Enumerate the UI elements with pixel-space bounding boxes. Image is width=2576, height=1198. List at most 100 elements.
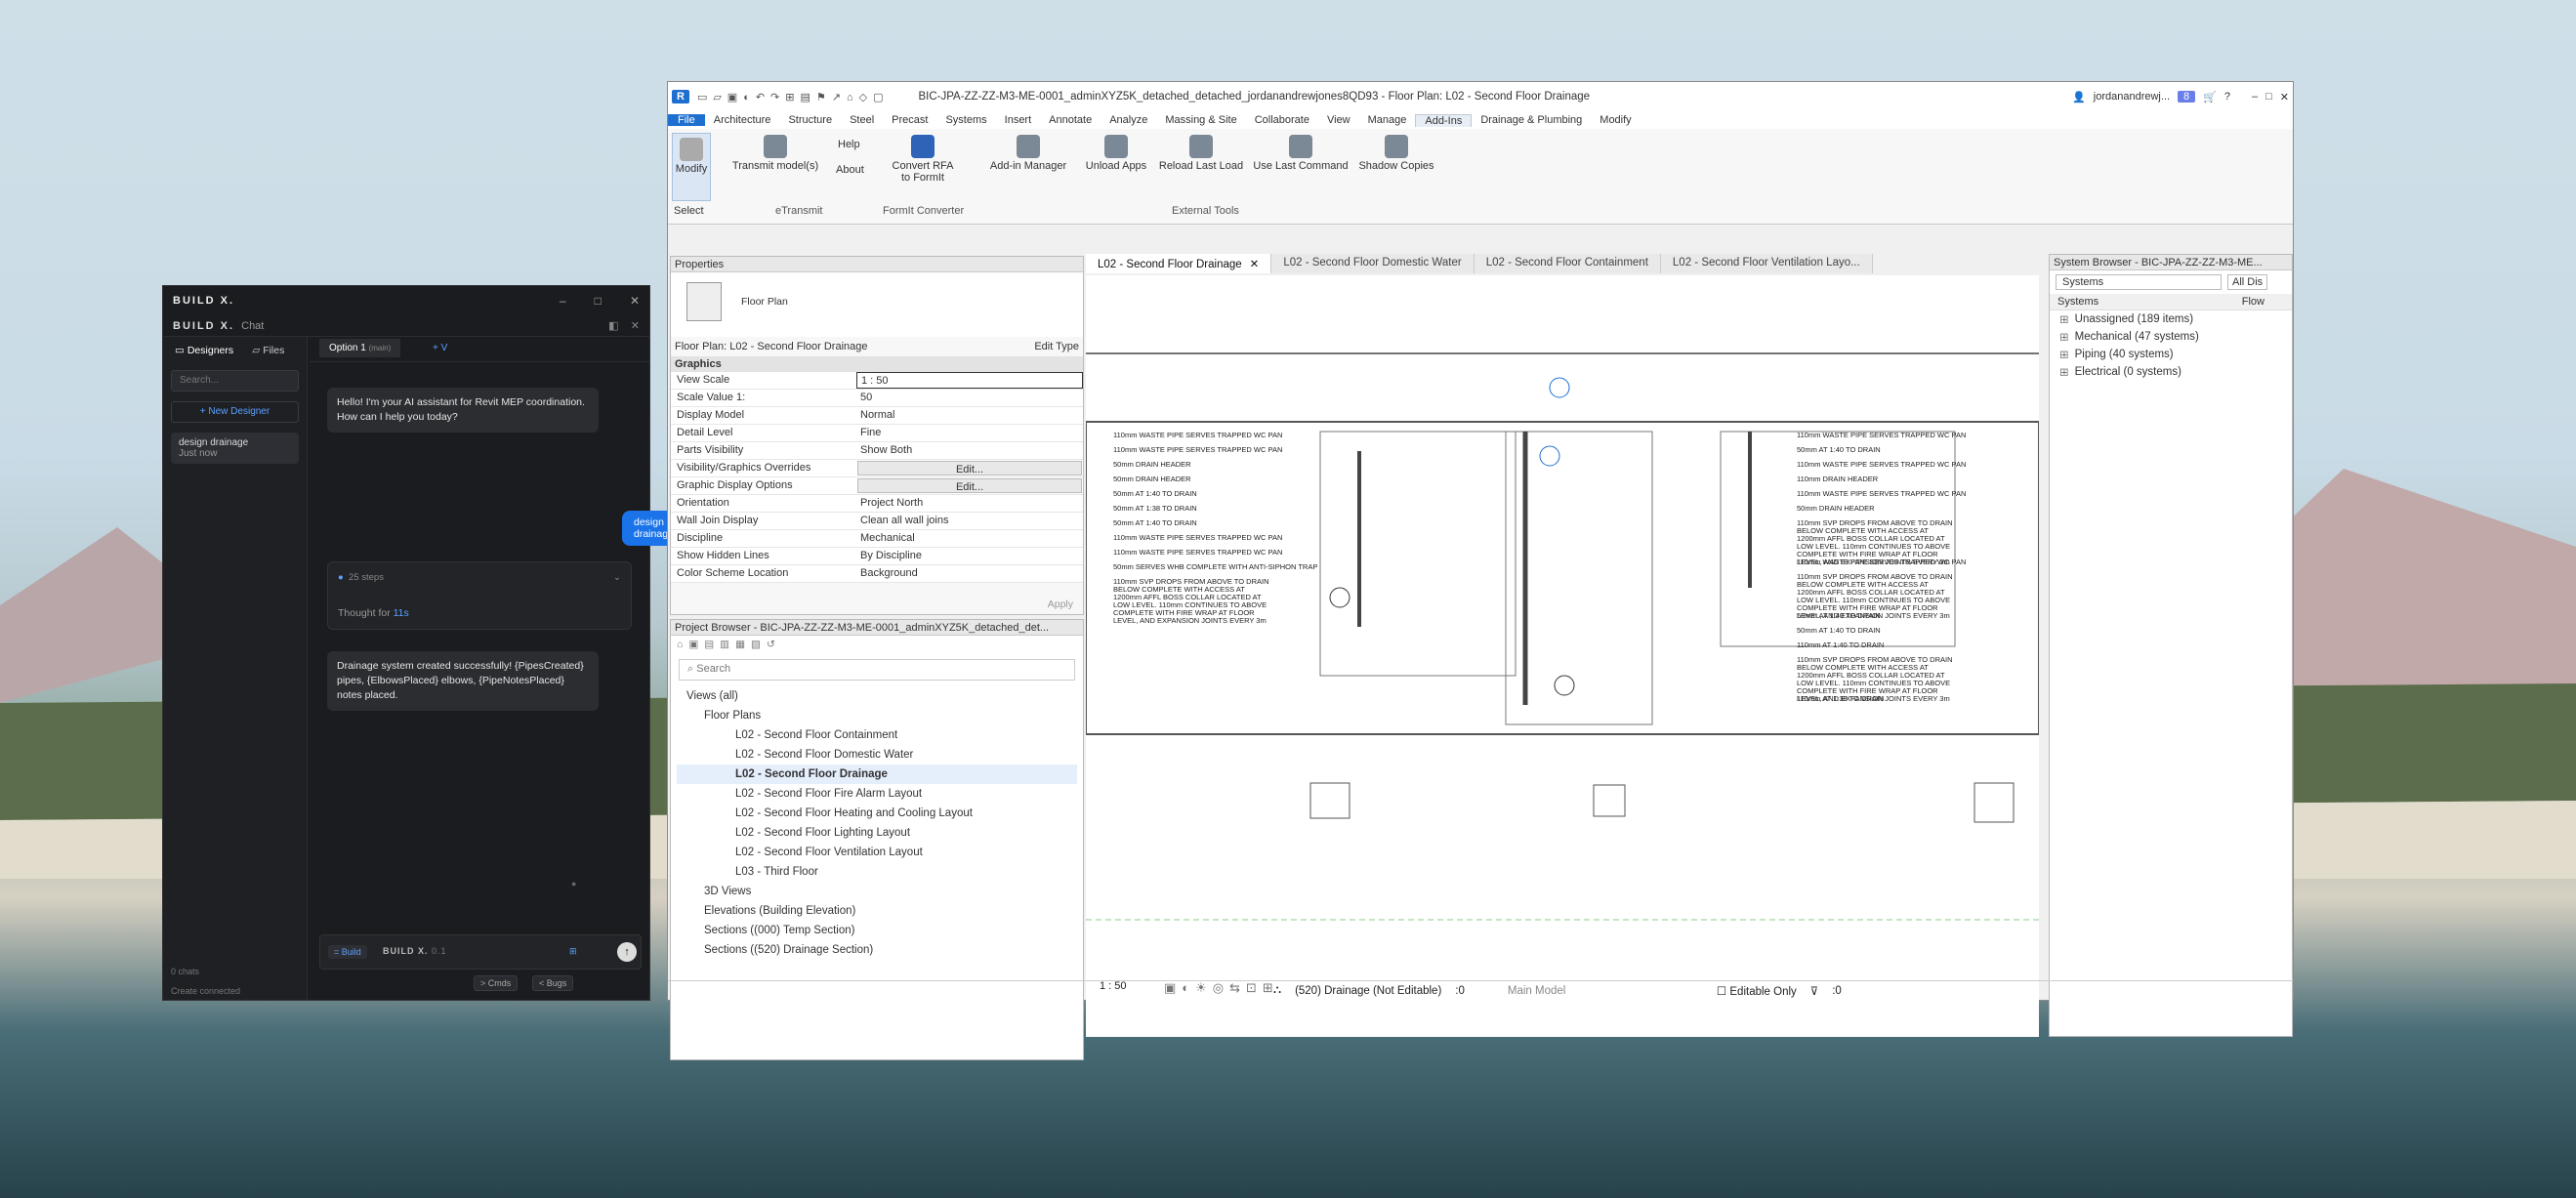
send-button[interactable]: ↑ — [617, 942, 637, 962]
revit-logo-icon[interactable]: R — [672, 90, 689, 103]
new-designer-button[interactable]: + New Designer — [171, 401, 299, 423]
property-value[interactable]: Edit... — [857, 478, 1082, 493]
tree-view-item[interactable]: L02 - Second Floor Ventilation Layout — [677, 843, 1077, 862]
help-icon[interactable]: ? — [2224, 91, 2230, 103]
quick-access-icons[interactable]: ▭▱▣◐↶↷⊞▤⚑↗⌂◇▢ — [697, 91, 890, 103]
about-button[interactable]: About — [836, 164, 864, 176]
property-value[interactable]: Normal — [856, 407, 1083, 424]
ribbon-tab-file[interactable]: File — [668, 114, 705, 126]
expand-icon[interactable]: ⊞ — [2059, 330, 2069, 344]
tree-view-item[interactable]: L02 - Second Floor Containment — [677, 725, 1077, 745]
maximize-button[interactable]: □ — [595, 294, 602, 308]
system-row[interactable]: ⊞ Piping (40 systems) — [2050, 346, 2292, 363]
tree-group[interactable]: Sections ((520) Drainage Section) — [677, 940, 1077, 960]
shadow-copies-button[interactable]: Shadow Copies — [1355, 135, 1437, 172]
tab-option-1[interactable]: Option 1 (main) — [319, 339, 401, 357]
add-tab-button[interactable]: + V — [433, 343, 447, 353]
ribbon-tab-view[interactable]: View — [1318, 114, 1359, 126]
ribbon-tab-insert[interactable]: Insert — [996, 114, 1041, 126]
tree-group[interactable]: 3D Views — [677, 882, 1077, 901]
expand-icon[interactable]: ⊞ — [2059, 348, 2069, 361]
user-icon[interactable]: 👤 — [2072, 91, 2086, 103]
property-value[interactable]: 50 — [856, 390, 1083, 406]
tree-view-item[interactable]: L02 - Second Floor Drainage — [677, 764, 1077, 784]
ribbon-tab-architecture[interactable]: Architecture — [705, 114, 780, 126]
apply-button[interactable]: Apply — [1048, 599, 1073, 610]
drawing-canvas[interactable]: 110mm WASTE PIPE SERVES TRAPPED WC PAN 11… — [1086, 275, 2039, 1037]
view-selector[interactable]: Floor Plan: L02 - Second Floor Drainage — [675, 341, 1028, 352]
chevron-down-icon[interactable]: ⌄ — [613, 570, 621, 585]
editable-only-checkbox[interactable]: ☐ Editable Only — [1717, 984, 1797, 998]
tree-group[interactable]: Elevations (Building Elevation) — [677, 901, 1077, 921]
property-value[interactable]: Fine — [856, 425, 1083, 441]
view-tab[interactable]: L02 - Second Floor Ventilation Layo... — [1660, 254, 1873, 273]
panel-toggle-icon[interactable]: ◧ — [608, 320, 618, 332]
property-value[interactable]: By Discipline — [856, 548, 1083, 564]
discipline-filter[interactable]: All Dis — [2227, 274, 2268, 290]
browser-toolbar-icons[interactable]: ⌂▣▤▥▦▧↺ — [671, 636, 1083, 657]
system-row[interactable]: ⊞ Mechanical (47 systems) — [2050, 328, 2292, 346]
ribbon-tab-precast[interactable]: Precast — [883, 114, 936, 126]
revit-maximize[interactable]: □ — [2265, 91, 2272, 103]
property-value[interactable]: Show Both — [856, 442, 1083, 459]
ribbon-tab-analyze[interactable]: Analyze — [1101, 114, 1156, 126]
tree-view-item[interactable]: L02 - Second Floor Domestic Water — [677, 745, 1077, 764]
unload-apps-button[interactable]: Unload Apps — [1082, 135, 1150, 172]
systems-filter[interactable]: Systems — [2056, 274, 2222, 290]
reload-button[interactable]: Reload Last Load — [1156, 135, 1246, 172]
system-row[interactable]: ⊞ Electrical (0 systems) — [2050, 363, 2292, 381]
panel-close-button[interactable]: ✕ — [631, 320, 640, 332]
sidebar-search-input[interactable]: Search... — [171, 370, 299, 392]
expand-icon[interactable]: ⊞ — [2059, 312, 2069, 326]
property-value[interactable]: Background — [856, 565, 1083, 582]
tab-close-icon[interactable]: ✕ — [1250, 259, 1260, 270]
property-value[interactable]: 1 : 50 — [856, 372, 1083, 389]
attach-icon[interactable]: ⊞ — [569, 946, 577, 957]
ribbon-tab-manage[interactable]: Manage — [1359, 114, 1416, 126]
edit-type-button[interactable]: Edit Type — [1034, 341, 1079, 352]
revit-close[interactable]: ✕ — [2280, 91, 2289, 103]
tree-view-item[interactable]: L02 - Second Floor Lighting Layout — [677, 823, 1077, 843]
ribbon-tab-modify[interactable]: Modify — [1591, 114, 1640, 126]
cmds-button[interactable]: > Cmds — [474, 975, 519, 991]
cart-icon[interactable]: 🛒 — [2203, 91, 2217, 103]
tree-view-item[interactable]: L02 - Second Floor Heating and Cooling L… — [677, 804, 1077, 823]
mode-selector[interactable]: = Build — [328, 945, 367, 959]
addin-manager-button[interactable]: Add-in Manager — [984, 135, 1072, 172]
view-tab[interactable]: L02 - Second Floor Containment — [1474, 254, 1661, 273]
tree-group[interactable]: Sections ((000) Temp Section) — [677, 921, 1077, 940]
ribbon-tab-annotate[interactable]: Annotate — [1040, 114, 1101, 126]
workset-selector[interactable]: (520) Drainage (Not Editable) — [1295, 985, 1441, 997]
modify-button[interactable]: Modify — [672, 133, 711, 201]
close-button[interactable]: ✕ — [630, 294, 640, 308]
systems-column[interactable]: Systems — [2057, 296, 2098, 308]
bugs-button[interactable]: < Bugs — [532, 975, 574, 991]
thinking-panel[interactable]: ● 25 steps ⌄ Thought for 11s — [327, 561, 632, 630]
tab-designers[interactable]: ▭ Designers — [167, 339, 241, 362]
tree-floor-plans[interactable]: Floor Plans — [677, 706, 1077, 725]
tab-files[interactable]: ▱ Files — [244, 339, 292, 362]
view-tab[interactable]: L02 - Second Floor Drainage ✕ — [1086, 254, 1272, 273]
tree-view-item[interactable]: L02 - Second Floor Fire Alarm Layout — [677, 784, 1077, 804]
minimize-button[interactable]: – — [560, 294, 566, 308]
browser-search-input[interactable]: ⌕ Search — [679, 659, 1075, 681]
property-value[interactable]: Edit... — [857, 461, 1082, 475]
tree-view-item[interactable]: L03 - Third Floor — [677, 862, 1077, 882]
expand-icon[interactable]: ⊞ — [2059, 365, 2069, 379]
system-row[interactable]: ⊞ Unassigned (189 items) — [2050, 310, 2292, 328]
revit-minimize[interactable]: – — [2252, 91, 2258, 103]
ribbon-tab-massing-site[interactable]: Massing & Site — [1156, 114, 1245, 126]
property-value[interactable]: Mechanical — [856, 530, 1083, 547]
transmit-button[interactable]: Transmit model(s) — [727, 135, 824, 172]
flow-column[interactable]: Flow — [2242, 296, 2264, 308]
composer[interactable]: = Build BUILD X. 0.1 ⊞ ↑ — [319, 934, 642, 970]
convert-rfa-button[interactable]: Convert RFA to FormIt — [889, 135, 957, 184]
help-button[interactable]: Help — [838, 139, 860, 150]
use-last-button[interactable]: Use Last Command — [1248, 135, 1353, 172]
notification-badge[interactable]: 8 — [2178, 91, 2196, 103]
history-item[interactable]: design drainage Just now — [171, 433, 299, 464]
graphics-section[interactable]: Graphics — [671, 356, 1083, 372]
ribbon-tab-steel[interactable]: Steel — [841, 114, 883, 126]
type-selector[interactable]: Floor Plan — [671, 272, 1083, 337]
property-value[interactable]: Project North — [856, 495, 1083, 512]
